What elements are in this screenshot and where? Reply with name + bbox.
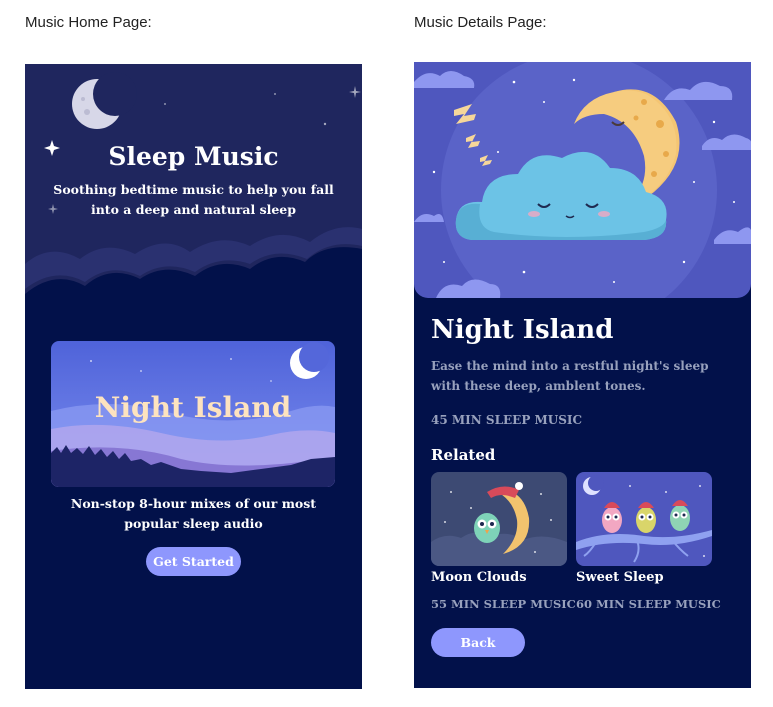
owl-icon [670, 500, 690, 531]
home-description: Non-stop 8-hour mixes of our most popula… [70, 496, 317, 531]
related-card-sweet-sleep[interactable] [576, 472, 712, 566]
owl-icon [602, 502, 622, 533]
owl-icon [474, 513, 500, 543]
details-hero-illustration [414, 62, 751, 298]
related-name: Moon Clouds [431, 570, 527, 585]
moon-clouds-artwork [431, 472, 567, 566]
featured-track-title: Night Island [94, 391, 292, 424]
related-duration: 60 MIN SLEEP MUSIC [576, 597, 721, 611]
details-duration: 45 MIN SLEEP MUSIC [431, 413, 583, 427]
details-description: Ease the mind into a restful night's sle… [431, 359, 709, 393]
music-home-screen: Sleep Music Soothing bedtime music to he… [25, 64, 362, 689]
home-title: Sleep Music [108, 142, 279, 171]
music-details-screen: Night Island Ease the mind into a restfu… [414, 62, 751, 688]
related-heading: Related [431, 446, 496, 464]
sweet-sleep-artwork [576, 472, 712, 566]
related-card-moon-clouds[interactable] [431, 472, 567, 566]
home-page-caption: Music Home Page: [25, 14, 152, 31]
related-duration: 55 MIN SLEEP MUSIC [431, 597, 576, 611]
get-started-button[interactable]: Get Started [146, 547, 241, 576]
home-subtitle: Soothing bedtime music to help you fall … [53, 182, 334, 217]
featured-track-card[interactable]: Night Island [51, 341, 335, 487]
owl-icon [636, 502, 656, 533]
back-button[interactable]: Back [431, 628, 525, 657]
details-page-caption: Music Details Page: [414, 14, 547, 31]
related-name: Sweet Sleep [576, 570, 664, 585]
details-title: Night Island [431, 315, 614, 345]
